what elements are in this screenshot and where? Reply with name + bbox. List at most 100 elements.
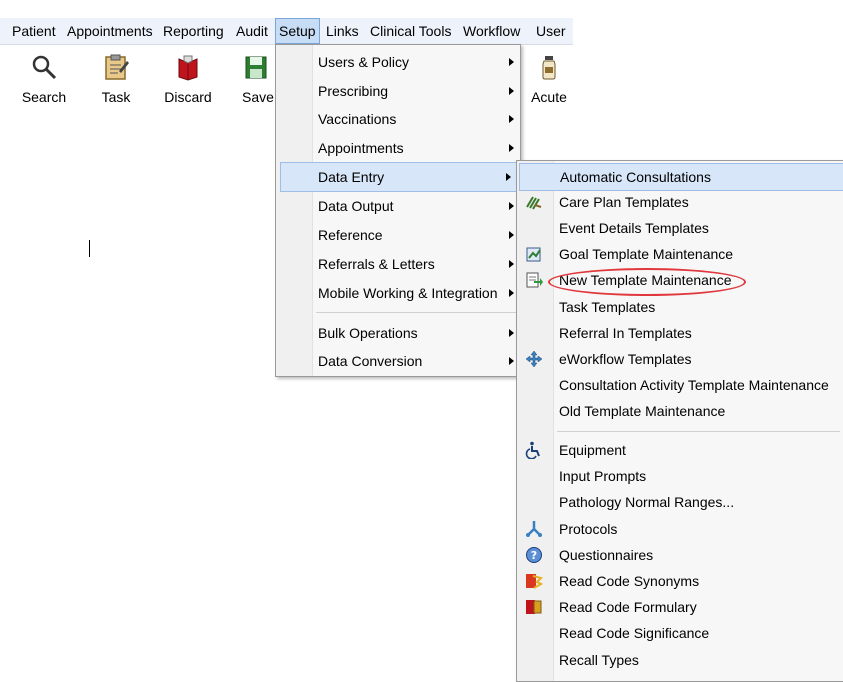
menu-setup[interactable]: Setup [275, 18, 320, 44]
submenu-item-care-plan-templates[interactable]: Care Plan Templates [517, 189, 843, 215]
submenu-item-protocols[interactable]: Protocols [517, 516, 843, 542]
submenu-item-label: Read Code Formulary [559, 599, 697, 615]
submenu-item-label: Recall Types [559, 652, 639, 668]
setup-item-label: Reference [318, 227, 383, 243]
setup-menu: Users & Policy Prescribing Vaccinations … [275, 44, 521, 377]
submenu-item-old-template-maintenance[interactable]: Old Template Maintenance [517, 398, 843, 424]
setup-item-prescribing[interactable]: Prescribing [276, 77, 520, 105]
menu-workflow[interactable]: Workflow [460, 18, 523, 44]
setup-item-data-entry[interactable]: Data Entry [280, 162, 518, 192]
submenu-item-label: Care Plan Templates [559, 194, 689, 210]
chevron-right-icon [509, 115, 514, 123]
submenu-item-referral-in-templates[interactable]: Referral In Templates [517, 320, 843, 346]
submenu-item-automatic-consultations[interactable]: Automatic Consultations [519, 163, 843, 191]
setup-item-vaccinations[interactable]: Vaccinations [276, 105, 520, 133]
submenu-item-label: Equipment [559, 442, 626, 458]
care-plan-icon [526, 196, 542, 210]
submenu-item-task-templates[interactable]: Task Templates [517, 294, 843, 320]
menu-separator [557, 431, 840, 432]
menu-links[interactable]: Links [323, 18, 362, 44]
chevron-right-icon [506, 173, 511, 181]
submenu-item-recall-types[interactable]: Recall Types [517, 647, 843, 673]
submenu-item-pathology-normal-ranges[interactable]: Pathology Normal Ranges... [517, 489, 843, 515]
chevron-right-icon [509, 329, 514, 337]
submenu-item-label: Automatic Consultations [560, 169, 711, 185]
acute-label: Acute [531, 89, 567, 105]
setup-item-bulk-operations[interactable]: Bulk Operations [276, 319, 520, 347]
menu-user[interactable]: User [533, 18, 569, 44]
setup-item-label: Data Output [318, 198, 394, 214]
submenu-item-label: Goal Template Maintenance [559, 246, 734, 262]
setup-item-label: Data Conversion [318, 353, 423, 369]
submenu-item-read-code-significance[interactable]: Read Code Significance [517, 620, 843, 646]
setup-item-data-conversion[interactable]: Data Conversion [276, 347, 520, 375]
submenu-item-label: Read Code Significance [559, 625, 710, 641]
setup-item-label: Referrals & Letters [318, 256, 435, 272]
setup-item-label: Mobile Working & Integration [318, 285, 498, 301]
submenu-item-goal-template-maintenance[interactable]: Goal Template Maintenance [517, 241, 843, 267]
acute-button[interactable]: Acute [519, 45, 579, 109]
protocol-flow-icon [526, 521, 542, 537]
menu-patient[interactable]: Patient [9, 18, 59, 44]
submenu-item-read-code-formulary[interactable]: Read Code Formulary [517, 594, 843, 620]
question-icon: ? [526, 547, 542, 563]
setup-item-appointments[interactable]: Appointments [276, 134, 520, 162]
submenu-item-read-code-synonyms[interactable]: Read Code Synonyms [517, 568, 843, 594]
submenu-item-label: Questionnaires [559, 547, 654, 563]
chevron-right-icon [509, 87, 514, 95]
submenu-item-label: Task Templates [559, 299, 656, 315]
submenu-item-label: Old Template Maintenance [559, 403, 726, 419]
search-label: Search [21, 89, 67, 105]
setup-item-label: Data Entry [318, 169, 385, 185]
setup-item-label: Appointments [318, 140, 404, 156]
search-button[interactable]: Search [14, 45, 74, 109]
red-book-icon [178, 55, 198, 81]
template-arrow-icon [526, 272, 543, 288]
svg-text:?: ? [531, 549, 537, 562]
menu-audit[interactable]: Audit [233, 18, 271, 44]
setup-item-mobile-working[interactable]: Mobile Working & Integration [276, 279, 520, 307]
floppy-disk-icon [245, 56, 267, 79]
discard-label: Discard [164, 89, 212, 105]
submenu-item-equipment[interactable]: Equipment [517, 437, 843, 463]
submenu-item-questionnaires[interactable]: ? Questionnaires [517, 542, 843, 568]
submenu-item-input-prompts[interactable]: Input Prompts [517, 463, 843, 489]
setup-item-label: Prescribing [318, 83, 389, 99]
annotation-ellipse [548, 268, 746, 296]
text-cursor [89, 240, 90, 257]
chevron-right-icon [509, 58, 514, 66]
submenu-item-label: Pathology Normal Ranges... [559, 494, 735, 510]
setup-item-label: Users & Policy [318, 54, 410, 70]
menu-reporting[interactable]: Reporting [160, 18, 227, 44]
submenu-item-label: Input Prompts [559, 468, 647, 484]
setup-item-reference[interactable]: Reference [276, 221, 520, 249]
menu-separator [316, 312, 516, 313]
wheelchair-icon [525, 441, 540, 459]
data-entry-submenu: Automatic Consultations Care Plan Templa… [516, 160, 843, 682]
submenu-item-label: Read Code Synonyms [559, 573, 700, 589]
menu-bar: Patient Appointments Reporting Audit Set… [0, 18, 573, 45]
discard-button[interactable]: Discard [158, 45, 218, 109]
menu-clinical-tools[interactable]: Clinical Tools [367, 18, 454, 44]
task-label: Task [101, 89, 131, 105]
chevron-right-icon [509, 231, 514, 239]
task-button[interactable]: Task [86, 45, 146, 109]
submenu-item-label: eWorkflow Templates [559, 351, 692, 367]
menu-appointments[interactable]: Appointments [64, 18, 156, 44]
clipboard-icon [105, 54, 129, 80]
submenu-item-label: Event Details Templates [559, 220, 709, 236]
setup-item-referrals-letters[interactable]: Referrals & Letters [276, 250, 520, 278]
chevron-right-icon [509, 260, 514, 268]
read-code-synonym-icon [526, 574, 543, 589]
chevron-right-icon [509, 144, 514, 152]
setup-item-users-policy[interactable]: Users & Policy [276, 48, 520, 76]
submenu-item-label: Consultation Activity Template Maintenan… [559, 377, 829, 393]
chevron-right-icon [509, 202, 514, 210]
workflow-arrows-icon [525, 350, 543, 368]
setup-item-data-output[interactable]: Data Output [276, 192, 520, 220]
goal-template-icon [526, 247, 541, 262]
submenu-item-consultation-activity[interactable]: Consultation Activity Template Maintenan… [517, 372, 843, 398]
submenu-item-eworkflow-templates[interactable]: eWorkflow Templates [517, 346, 843, 372]
setup-item-label: Bulk Operations [318, 325, 418, 341]
submenu-item-event-details-templates[interactable]: Event Details Templates [517, 215, 843, 241]
